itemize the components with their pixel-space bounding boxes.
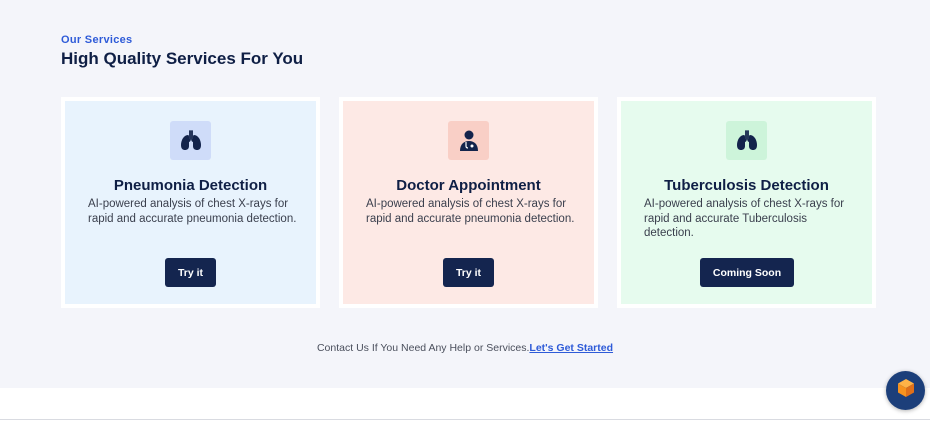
try-it-button[interactable]: Try it (443, 258, 494, 287)
card-title: Doctor Appointment (396, 177, 541, 194)
try-it-button[interactable]: Try it (165, 258, 216, 287)
cube-icon (895, 377, 917, 404)
section-eyebrow: Our Services (61, 34, 133, 46)
contact-line: Contact Us If You Need Any Help or Servi… (0, 342, 930, 354)
service-card-pneumonia: Pneumonia Detection AI-powered analysis … (61, 97, 320, 308)
card-description: AI-powered analysis of chest X-rays for … (366, 198, 575, 225)
floating-action-button[interactable] (886, 371, 925, 410)
section-heading: High Quality Services For You (61, 49, 304, 68)
get-started-link[interactable]: Let's Get Started (529, 342, 613, 354)
doctor-icon (448, 121, 489, 160)
services-section: Our Services High Quality Services For Y… (0, 0, 930, 388)
lungs-icon (170, 121, 211, 160)
service-card-tuberculosis: Tuberculosis Detection AI-powered analys… (617, 97, 876, 308)
card-description: AI-powered analysis of chest X-rays for … (88, 198, 297, 225)
card-title: Pneumonia Detection (113, 177, 268, 194)
card-title: Tuberculosis Detection (664, 177, 829, 194)
service-card-doctor-appointment: Doctor Appointment AI-powered analysis o… (339, 97, 598, 308)
lungs-icon (726, 121, 767, 160)
footer-divider (0, 419, 930, 420)
card-description: AI-powered analysis of chest X-rays for … (644, 198, 845, 239)
coming-soon-button[interactable]: Coming Soon (700, 258, 794, 287)
contact-text: Contact Us If You Need Any Help or Servi… (316, 342, 530, 354)
